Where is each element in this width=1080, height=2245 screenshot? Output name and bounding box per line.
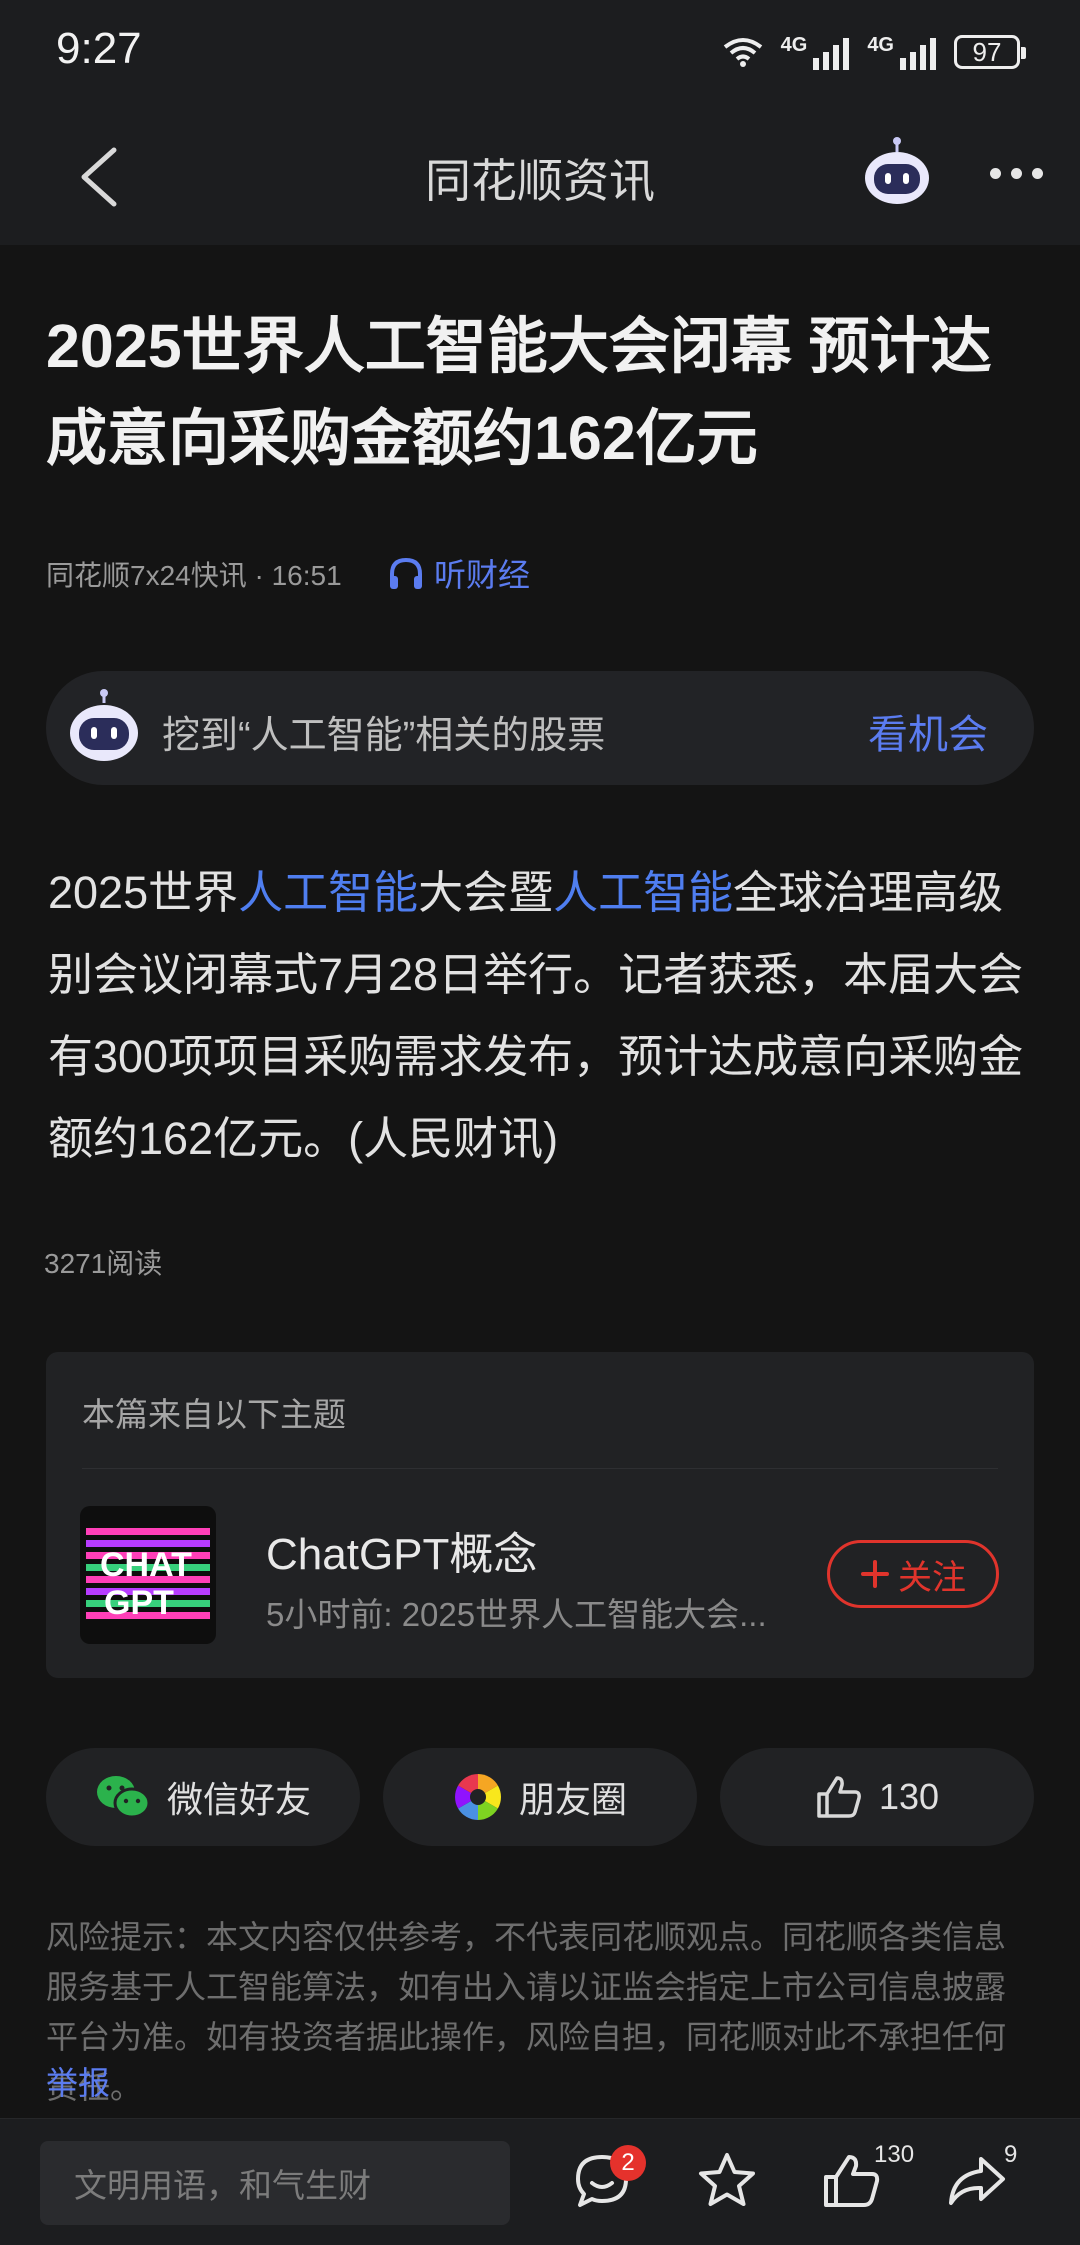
- headphones-icon: [390, 557, 422, 589]
- comment-input[interactable]: 文明用语，和气生财: [40, 2141, 510, 2225]
- divider: [82, 1468, 998, 1469]
- article-source-time: 同花顺7x24快讯 · 16:51: [46, 560, 342, 591]
- robot-icon: [70, 689, 138, 761]
- read-count: 3271阅读: [44, 1248, 163, 1279]
- wechat-icon: [96, 1776, 151, 1819]
- network-label-1: 4G: [780, 34, 808, 56]
- status-bar: 9:27 4G 4G 97: [0, 0, 1080, 110]
- signal-icon: 4G: [781, 34, 850, 70]
- comment-badge: 2: [610, 2145, 646, 2181]
- ai-prompt-text: 挖到“人工智能”相关的股票: [162, 715, 606, 757]
- nav-bar: 同花顺资讯: [0, 110, 1080, 245]
- body-text-2: 大会暨: [418, 867, 554, 918]
- wifi-icon: [723, 38, 762, 67]
- report-link[interactable]: 举报: [46, 2058, 110, 2104]
- ai-stock-prompt[interactable]: 挖到“人工智能”相关的股票 看机会: [46, 671, 1034, 785]
- listen-button[interactable]: 听财经: [388, 550, 530, 596]
- share-wechat-label: 微信好友: [166, 1779, 311, 1820]
- risk-disclaimer: 风险提示：本文内容仅供参考，不代表同花顺观点。同花顺各类信息服务基于人工智能算法…: [46, 1919, 1007, 2105]
- network-label-2: 4G: [867, 34, 894, 56]
- robot-icon[interactable]: [860, 136, 934, 210]
- share-count: 9: [1004, 2141, 1018, 2168]
- share-moments-label: 朋友圈: [518, 1779, 627, 1820]
- keyword-link[interactable]: 人工智能: [553, 867, 733, 918]
- thumb-text: GPT: [104, 1584, 174, 1622]
- follow-label: 关注: [898, 1558, 966, 1597]
- more-icon[interactable]: [990, 158, 1050, 188]
- status-icons: 4G 4G 97: [723, 30, 1026, 74]
- article-body: 2025世界人工智能大会暨人工智能全球治理高级别会议闭幕式7月28日举行。记者获…: [48, 852, 1038, 1180]
- battery-level: 97: [972, 36, 1002, 67]
- keyword-link[interactable]: 人工智能: [238, 867, 418, 918]
- topic-card: 本篇来自以下主题 CHAT GPT ChatGPT概念 5小时前: 2025世界…: [46, 1352, 1034, 1678]
- share-row: 微信好友 朋友圈 130: [46, 1748, 1034, 1846]
- like-count-bottom: 130: [874, 2141, 915, 2168]
- topic-header: 本篇来自以下主题: [82, 1396, 346, 1433]
- listen-label: 听财经: [434, 557, 531, 593]
- like-button[interactable]: 130: [720, 1748, 1034, 1846]
- plus-icon: [861, 1560, 889, 1588]
- status-time: 9:27: [56, 24, 142, 73]
- like-count: 130: [878, 1776, 940, 1817]
- share-wechat-button[interactable]: 微信好友: [46, 1748, 360, 1846]
- battery-icon: 97: [954, 35, 1026, 69]
- thumb-text: CHAT: [100, 1546, 192, 1584]
- thumbs-up-icon: [817, 1776, 861, 1818]
- signal-icon: 4G: [867, 34, 936, 70]
- bottom-action-bar: 文明用语，和气生财 2 130 9: [0, 2118, 1080, 2245]
- share-icon[interactable]: [945, 2149, 1009, 2213]
- topic-thumbnail[interactable]: CHAT GPT: [80, 1506, 220, 1644]
- follow-button[interactable]: 关注: [827, 1540, 999, 1608]
- see-opportunity-link[interactable]: 看机会: [868, 702, 988, 760]
- article-headline: 2025世界人工智能大会闭幕 预计达成意向采购金额约162亿元: [46, 312, 992, 472]
- topic-description[interactable]: 5小时前: 2025世界人工智能大会...: [266, 1588, 806, 1636]
- share-moments-button[interactable]: 朋友圈: [383, 1748, 697, 1846]
- moments-icon: [455, 1774, 501, 1820]
- topic-name[interactable]: ChatGPT概念: [266, 1518, 537, 1582]
- star-icon[interactable]: [695, 2149, 759, 2213]
- body-text-1: 2025世界: [48, 867, 239, 918]
